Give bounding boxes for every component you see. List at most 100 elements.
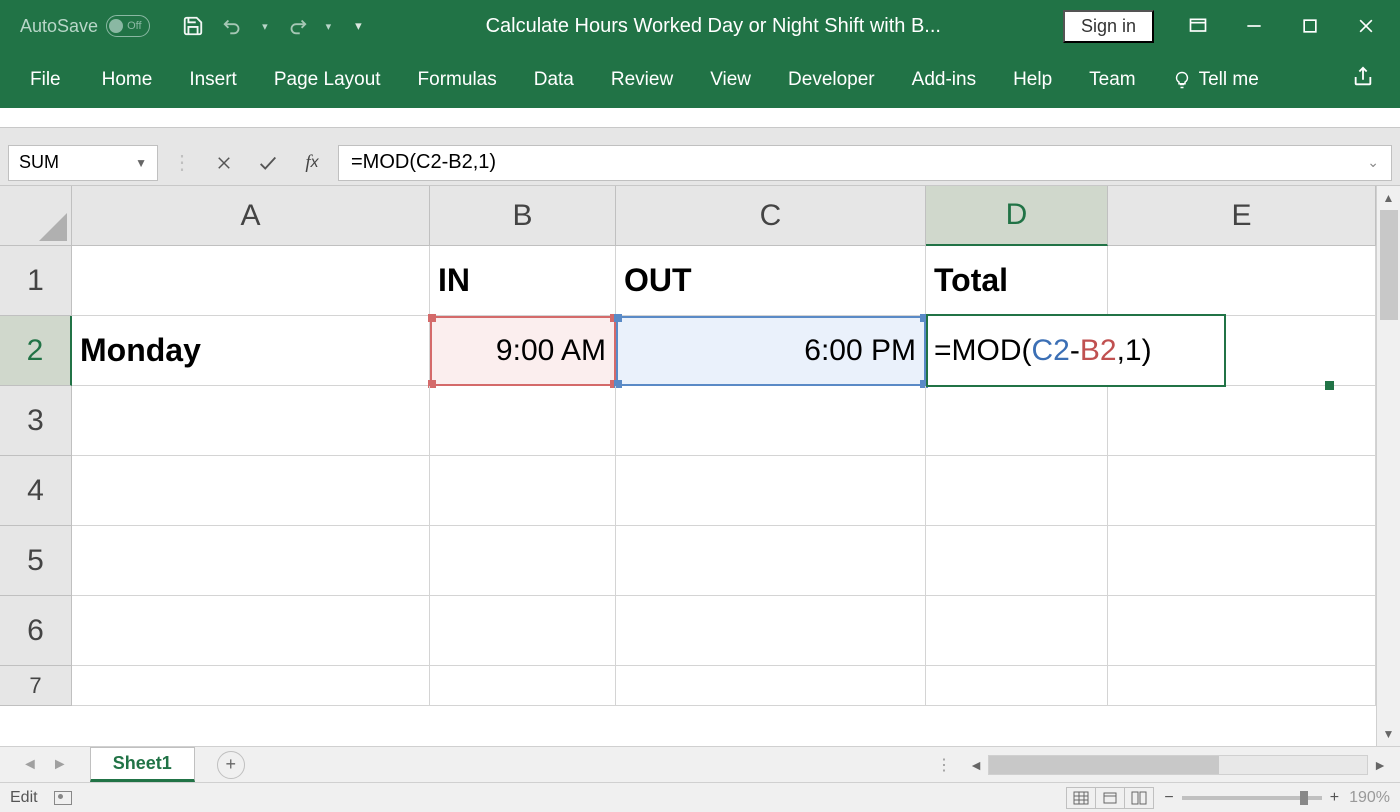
- cell-c2[interactable]: 6:00 PM: [616, 316, 926, 386]
- tab-insert[interactable]: Insert: [171, 61, 255, 99]
- cell-c4[interactable]: [616, 456, 926, 526]
- tab-developer[interactable]: Developer: [770, 61, 893, 99]
- cell-c5[interactable]: [616, 526, 926, 596]
- signin-button[interactable]: Sign in: [1063, 10, 1154, 43]
- vertical-scrollbar[interactable]: ▲ ▼: [1376, 186, 1400, 746]
- cell-b7[interactable]: [430, 666, 616, 706]
- tab-page-layout[interactable]: Page Layout: [256, 61, 399, 99]
- cell-d6[interactable]: [926, 596, 1108, 666]
- tab-data[interactable]: Data: [516, 61, 592, 99]
- cell-a3[interactable]: [72, 386, 430, 456]
- row-header-3[interactable]: 3: [0, 386, 72, 456]
- redo-icon[interactable]: [286, 15, 308, 37]
- hscroll-thumb[interactable]: [989, 756, 1219, 774]
- cell-c6[interactable]: [616, 596, 926, 666]
- row-header-4[interactable]: 4: [0, 456, 72, 526]
- close-icon[interactable]: [1356, 16, 1376, 36]
- cell-c3[interactable]: [616, 386, 926, 456]
- macro-record-icon[interactable]: [54, 791, 72, 805]
- column-header-c[interactable]: C: [616, 186, 926, 246]
- cell-b6[interactable]: [430, 596, 616, 666]
- vscroll-thumb[interactable]: [1380, 210, 1398, 320]
- row-header-6[interactable]: 6: [0, 596, 72, 666]
- sheet-prev-icon[interactable]: ◄: [22, 756, 38, 774]
- cell-d1[interactable]: Total: [926, 246, 1108, 316]
- zoom-level[interactable]: 190%: [1349, 789, 1390, 807]
- cell-e1[interactable]: [1108, 246, 1376, 316]
- cell-e6[interactable]: [1108, 596, 1376, 666]
- insert-function-button[interactable]: fx: [294, 145, 330, 181]
- cell-b1[interactable]: IN: [430, 246, 616, 316]
- tab-team[interactable]: Team: [1071, 61, 1153, 99]
- cancel-formula-button[interactable]: [206, 145, 242, 181]
- cell-b2[interactable]: 9:00 AM: [430, 316, 616, 386]
- cell-c7[interactable]: [616, 666, 926, 706]
- scroll-left-icon[interactable]: ◄: [964, 753, 988, 777]
- cell-a5[interactable]: [72, 526, 430, 596]
- qat-customize-icon[interactable]: ▾: [349, 18, 362, 34]
- sheet-tab-active[interactable]: Sheet1: [90, 747, 195, 782]
- tab-help[interactable]: Help: [995, 61, 1070, 99]
- zoom-thumb[interactable]: [1300, 791, 1308, 805]
- tellme-search[interactable]: Tell me: [1155, 61, 1277, 99]
- chevron-down-icon[interactable]: ▼: [135, 156, 147, 170]
- cell-b5[interactable]: [430, 526, 616, 596]
- redo-dropdown-icon[interactable]: ▾: [326, 20, 332, 33]
- zoom-out-button[interactable]: −: [1164, 789, 1173, 807]
- view-page-break-button[interactable]: [1124, 787, 1154, 809]
- sheet-next-icon[interactable]: ►: [52, 756, 68, 774]
- maximize-icon[interactable]: [1300, 16, 1320, 36]
- toggle-switch[interactable]: Off: [106, 15, 150, 37]
- cell-d2[interactable]: =MOD(C2-B2,1): [926, 316, 1108, 386]
- row-header-7[interactable]: 7: [0, 666, 72, 706]
- tab-add-ins[interactable]: Add-ins: [894, 61, 994, 99]
- formula-input[interactable]: =MOD(C2-B2,1) ⌄: [338, 145, 1392, 181]
- cell-e7[interactable]: [1108, 666, 1376, 706]
- cell-e3[interactable]: [1108, 386, 1376, 456]
- share-button[interactable]: [1352, 66, 1382, 94]
- cell-a7[interactable]: [72, 666, 430, 706]
- column-header-b[interactable]: B: [430, 186, 616, 246]
- tab-review[interactable]: Review: [593, 61, 691, 99]
- cell-a1[interactable]: [72, 246, 430, 316]
- cell-a4[interactable]: [72, 456, 430, 526]
- view-normal-button[interactable]: [1066, 787, 1096, 809]
- scroll-down-icon[interactable]: ▼: [1377, 722, 1400, 746]
- expand-formula-icon[interactable]: ⌄: [1367, 154, 1379, 171]
- autosave-toggle[interactable]: AutoSave Off: [6, 15, 164, 37]
- cell-d7[interactable]: [926, 666, 1108, 706]
- cell-b3[interactable]: [430, 386, 616, 456]
- scroll-right-icon[interactable]: ►: [1368, 753, 1392, 777]
- undo-dropdown-icon[interactable]: ▾: [262, 20, 268, 33]
- split-handle[interactable]: ⋮: [926, 755, 964, 775]
- tab-formulas[interactable]: Formulas: [400, 61, 515, 99]
- minimize-icon[interactable]: [1244, 16, 1264, 36]
- tab-file[interactable]: File: [18, 61, 83, 99]
- zoom-slider[interactable]: − +: [1164, 789, 1339, 807]
- cell-b4[interactable]: [430, 456, 616, 526]
- cell-d3[interactable]: [926, 386, 1108, 456]
- name-box[interactable]: SUM ▼: [8, 145, 158, 181]
- cell-d4[interactable]: [926, 456, 1108, 526]
- cell-e4[interactable]: [1108, 456, 1376, 526]
- ribbon-options-icon[interactable]: [1188, 16, 1208, 36]
- cell-d5[interactable]: [926, 526, 1108, 596]
- row-header-1[interactable]: 1: [0, 246, 72, 316]
- cell-c1[interactable]: OUT: [616, 246, 926, 316]
- fill-handle[interactable]: [1325, 381, 1334, 390]
- enter-formula-button[interactable]: [250, 145, 286, 181]
- new-sheet-button[interactable]: +: [217, 751, 245, 779]
- save-icon[interactable]: [182, 15, 204, 37]
- tab-view[interactable]: View: [692, 61, 769, 99]
- zoom-in-button[interactable]: +: [1330, 789, 1339, 807]
- view-page-layout-button[interactable]: [1095, 787, 1125, 809]
- row-header-2[interactable]: 2: [0, 316, 72, 386]
- cell-a2[interactable]: Monday: [72, 316, 430, 386]
- column-header-a[interactable]: A: [72, 186, 430, 246]
- cell-a6[interactable]: [72, 596, 430, 666]
- column-header-e[interactable]: E: [1108, 186, 1376, 246]
- cell-e5[interactable]: [1108, 526, 1376, 596]
- scroll-up-icon[interactable]: ▲: [1377, 186, 1400, 210]
- column-header-d[interactable]: D: [926, 186, 1108, 246]
- undo-icon[interactable]: [222, 15, 244, 37]
